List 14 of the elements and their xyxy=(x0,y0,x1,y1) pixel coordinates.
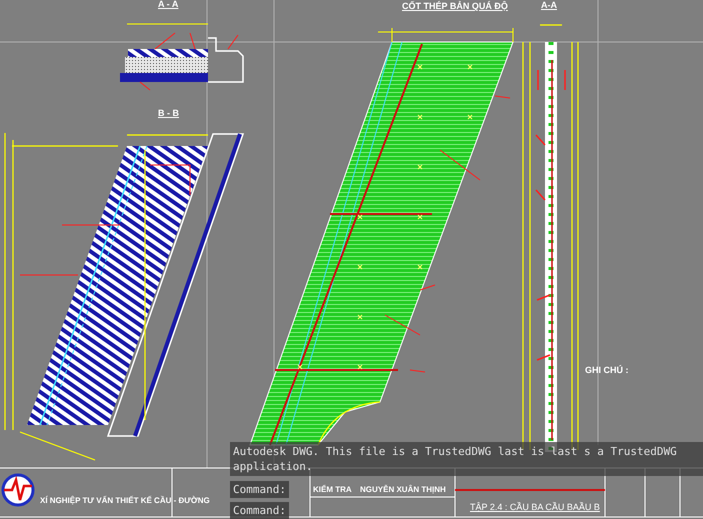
checker-label: KIỂM TRA xyxy=(313,484,352,495)
checker-name: NGUYỄN XUÂN THỊNH xyxy=(360,484,446,495)
company-logo-icon xyxy=(2,474,34,506)
section-title: A-A xyxy=(541,0,557,11)
command-prompt: Command: xyxy=(230,481,289,498)
notes-heading: GHI CHÚ : xyxy=(585,365,628,375)
section-title: B - B xyxy=(158,108,179,119)
drawing-title: CỐT THÉP BẢN QUÁ ĐỘ xyxy=(402,1,508,12)
company-name: XÍ NGHIỆP TƯ VẤN THIẾT KẾ CẦU - ĐƯỜNG xyxy=(40,496,210,505)
command-message: application. xyxy=(233,459,312,474)
command-prompt: Command: xyxy=(230,502,289,519)
sheet-title: TẬP 2.4 : CẦU BA CẦU BAẦU B xyxy=(470,502,600,512)
section-title: A - A xyxy=(158,0,178,10)
command-message: Autodesk DWG. This file is a TrustedDWG last is last s a TrustedDWG xyxy=(233,444,677,459)
